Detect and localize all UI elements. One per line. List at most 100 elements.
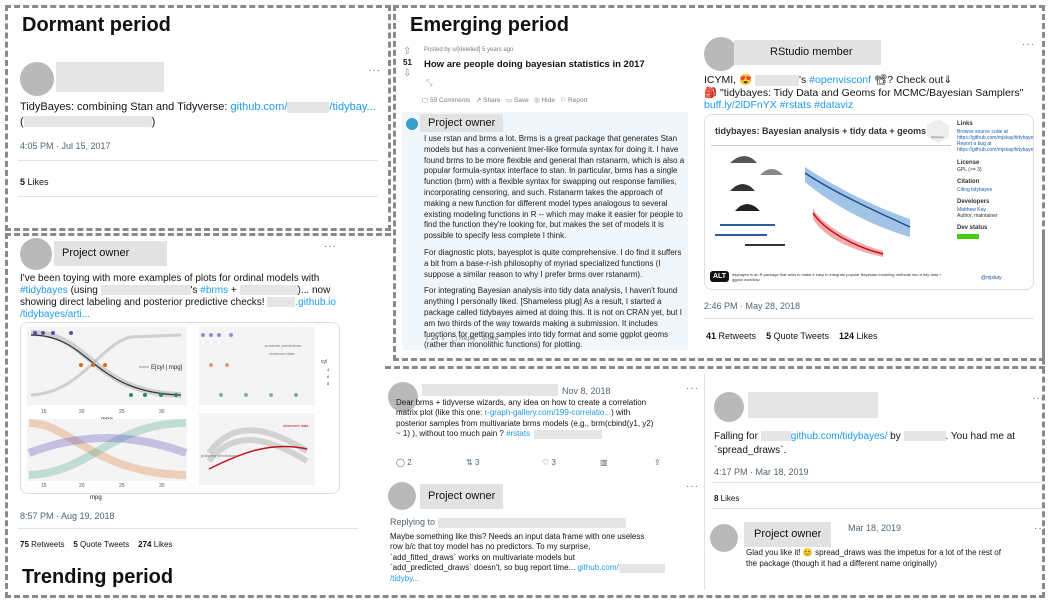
more-options-icon[interactable]: ··· xyxy=(1022,38,1035,52)
text-now: )... now xyxy=(297,285,331,296)
more-options-icon[interactable]: ··· xyxy=(368,64,381,78)
more-options-icon[interactable]: ··· xyxy=(1034,522,1047,536)
dev-status-badge xyxy=(957,233,979,239)
tweet-text: Glad you like it! 😊 spread_draws was the… xyxy=(746,548,1046,570)
slide-caption: tidybayes is an R package that aims to m… xyxy=(732,272,942,283)
citation-text[interactable]: Citing tidybayes xyxy=(957,187,1029,193)
articles-link[interactable]: /tidybayes/arti... xyxy=(20,309,376,321)
divider xyxy=(704,318,1034,319)
tweet-date[interactable]: Mar 18, 2019 xyxy=(848,522,901,534)
redacted-username xyxy=(748,392,878,418)
text-line-1: Dear brms + tidyverse wizards, any idea … xyxy=(396,398,647,407)
tweet-timestamp[interactable]: 4:17 PM · Mar 18, 2019 xyxy=(714,466,809,478)
github-link-end[interactable]: /tidyby... xyxy=(390,574,700,584)
ordinal-plots-tweet[interactable]: Project owner ··· I've been toying with … xyxy=(18,238,374,558)
comment-more-icon[interactable]: ··· xyxy=(504,335,511,342)
replying-to: Replying to xyxy=(390,516,626,528)
correlation-question-tweet[interactable]: Nov 8, 2018 ··· Dear brms + tidyverse wi… xyxy=(388,382,698,474)
openvisconf-hashtag[interactable]: #openvisconf xyxy=(809,74,871,86)
analytics-icon[interactable]: ▥ xyxy=(600,458,608,469)
hashtags[interactable]: #rstats #dataviz xyxy=(777,99,854,111)
comment-downvote-icon[interactable]: ⇩ xyxy=(440,335,445,342)
dormant-tweet[interactable]: ··· TidyBayes: combining Stan and Tidyve… xyxy=(18,60,381,220)
more-options-icon[interactable]: ··· xyxy=(686,480,699,494)
divider xyxy=(18,160,378,161)
text-line-1: I've been toying with more examples of p… xyxy=(20,273,320,284)
upvote-icon[interactable]: ⇧ xyxy=(403,46,411,57)
share-icon[interactable]: ⇪ xyxy=(654,458,661,469)
likes-stat[interactable]: 8 Likes xyxy=(714,494,739,505)
retweets-stat[interactable]: 75 Retweets xyxy=(20,540,64,549)
vote-score: 51 xyxy=(403,58,412,67)
brms-hashtag[interactable]: #brms xyxy=(200,285,228,296)
links-text[interactable]: Browse source code at https://github.com… xyxy=(957,129,1033,142)
more-options-icon[interactable]: ··· xyxy=(324,240,337,254)
text-line-2: matrix plot (like this one: xyxy=(396,408,485,418)
text-you-had-me: . You had me at xyxy=(945,431,1016,442)
quotes-stat[interactable]: 5 Quote Tweets xyxy=(766,331,829,341)
tweet-timestamp[interactable]: 8:57 PM · Aug 19, 2018 xyxy=(20,510,115,522)
tweet-link-end[interactable]: /tidybay... xyxy=(329,101,375,113)
falling-for-tweet[interactable]: ··· Falling for github.com/tidybayes/ by… xyxy=(712,386,1045,510)
tweet-timestamp[interactable]: 2:46 PM · May 28, 2018 xyxy=(704,300,800,312)
redacted-handle xyxy=(23,116,152,128)
expand-icon[interactable]: ⤡ xyxy=(426,78,432,88)
likes-stat[interactable]: 5 Likes xyxy=(20,176,49,188)
plots-image[interactable]: E[cyl | mpg] 15 20 25 30 mpg posterior p… xyxy=(20,322,340,494)
redacted-mentions xyxy=(437,517,626,528)
downvote-icon[interactable]: ⇩ xyxy=(403,68,411,79)
retweets-label: Retweets xyxy=(716,331,757,341)
retweet-action[interactable]: ⇅ 3 xyxy=(466,458,479,469)
retweets-stat[interactable]: 41 Retweets xyxy=(706,331,756,341)
more-options-icon[interactable]: ··· xyxy=(1032,392,1045,406)
hide-action[interactable]: Hide xyxy=(542,97,555,104)
post-title[interactable]: How are people doing bayesian statistics… xyxy=(424,59,645,70)
svg-text:25: 25 xyxy=(119,483,125,489)
redacted-username xyxy=(422,384,558,396)
likes-label: Likes xyxy=(718,494,740,503)
avatar xyxy=(388,482,416,510)
comments-action[interactable]: 59 Comments xyxy=(430,97,470,104)
hide-icon: ◎ xyxy=(534,97,540,104)
text-by: by xyxy=(887,431,904,442)
github-io-link[interactable]: .github.io xyxy=(295,297,336,308)
likes-label: Likes xyxy=(854,331,878,341)
glad-reply-tweet[interactable]: Project owner Mar 18, 2019 ··· Glad you … xyxy=(708,518,1047,578)
rstats-hashtag[interactable]: #rstats xyxy=(506,429,530,438)
report-action[interactable]: Report xyxy=(568,97,588,104)
text-line-2-end: ) with xyxy=(611,408,631,418)
divider xyxy=(712,508,1042,509)
reply-action[interactable]: Reply xyxy=(459,335,476,342)
comment-upvote-icon[interactable]: ⇧ xyxy=(424,335,429,342)
like-action[interactable]: ♡ 3 xyxy=(542,458,556,469)
redacted-mention xyxy=(903,431,946,442)
tweet-date[interactable]: Nov 8, 2018 xyxy=(562,385,611,397)
github-link[interactable]: github.com/ xyxy=(577,563,618,572)
heart-icon: ♡ xyxy=(542,458,550,467)
tweet-link[interactable]: github.com/ xyxy=(231,101,288,113)
alt-badge[interactable]: ALT xyxy=(710,271,730,283)
rstudio-tweet[interactable]: RStudio member ··· ICYMI, 😍 's #openvisc… xyxy=(704,34,1034,354)
share-action[interactable]: Share xyxy=(483,97,500,104)
slide-image[interactable]: tidybayes: Bayesian analysis + tidy data… xyxy=(704,114,1034,290)
tidybayes-github-link[interactable]: github.com/tidybayes/ xyxy=(791,431,888,442)
likes-stat[interactable]: 274 Likes xyxy=(138,540,172,549)
buffly-link[interactable]: buff.ly/2lDFnYX xyxy=(704,99,777,111)
retweet-icon: ⇅ xyxy=(466,458,473,467)
tidybayes-hashtag[interactable]: #tidybayes xyxy=(20,285,68,296)
likes-stat[interactable]: 124 Likes xyxy=(839,331,878,341)
annotation-posterior-predictions: posterior predictions xyxy=(265,343,301,348)
reply-icon: ◯ xyxy=(396,458,405,467)
comment-share-action[interactable]: Share xyxy=(481,335,498,342)
save-action[interactable]: Save xyxy=(514,97,529,104)
reply-action[interactable]: ◯ 2 xyxy=(396,458,412,469)
more-options-icon[interactable]: ··· xyxy=(686,382,699,396)
redacted-handle xyxy=(239,285,298,296)
reply-tweet[interactable]: Project owner ··· Replying to Maybe some… xyxy=(388,480,698,590)
divider xyxy=(18,196,378,197)
tweet-timestamp[interactable]: 4:05 PM · Jul 15, 2017 xyxy=(20,140,111,152)
text-possessive: 's xyxy=(799,74,810,86)
quotes-stat[interactable]: 5 Quote Tweets xyxy=(73,540,129,549)
report-text[interactable]: Report a bug at https://github.com/mjska… xyxy=(957,141,1033,154)
rgraph-link[interactable]: r-graph-gallery.com/199-correlatio... xyxy=(484,408,611,417)
